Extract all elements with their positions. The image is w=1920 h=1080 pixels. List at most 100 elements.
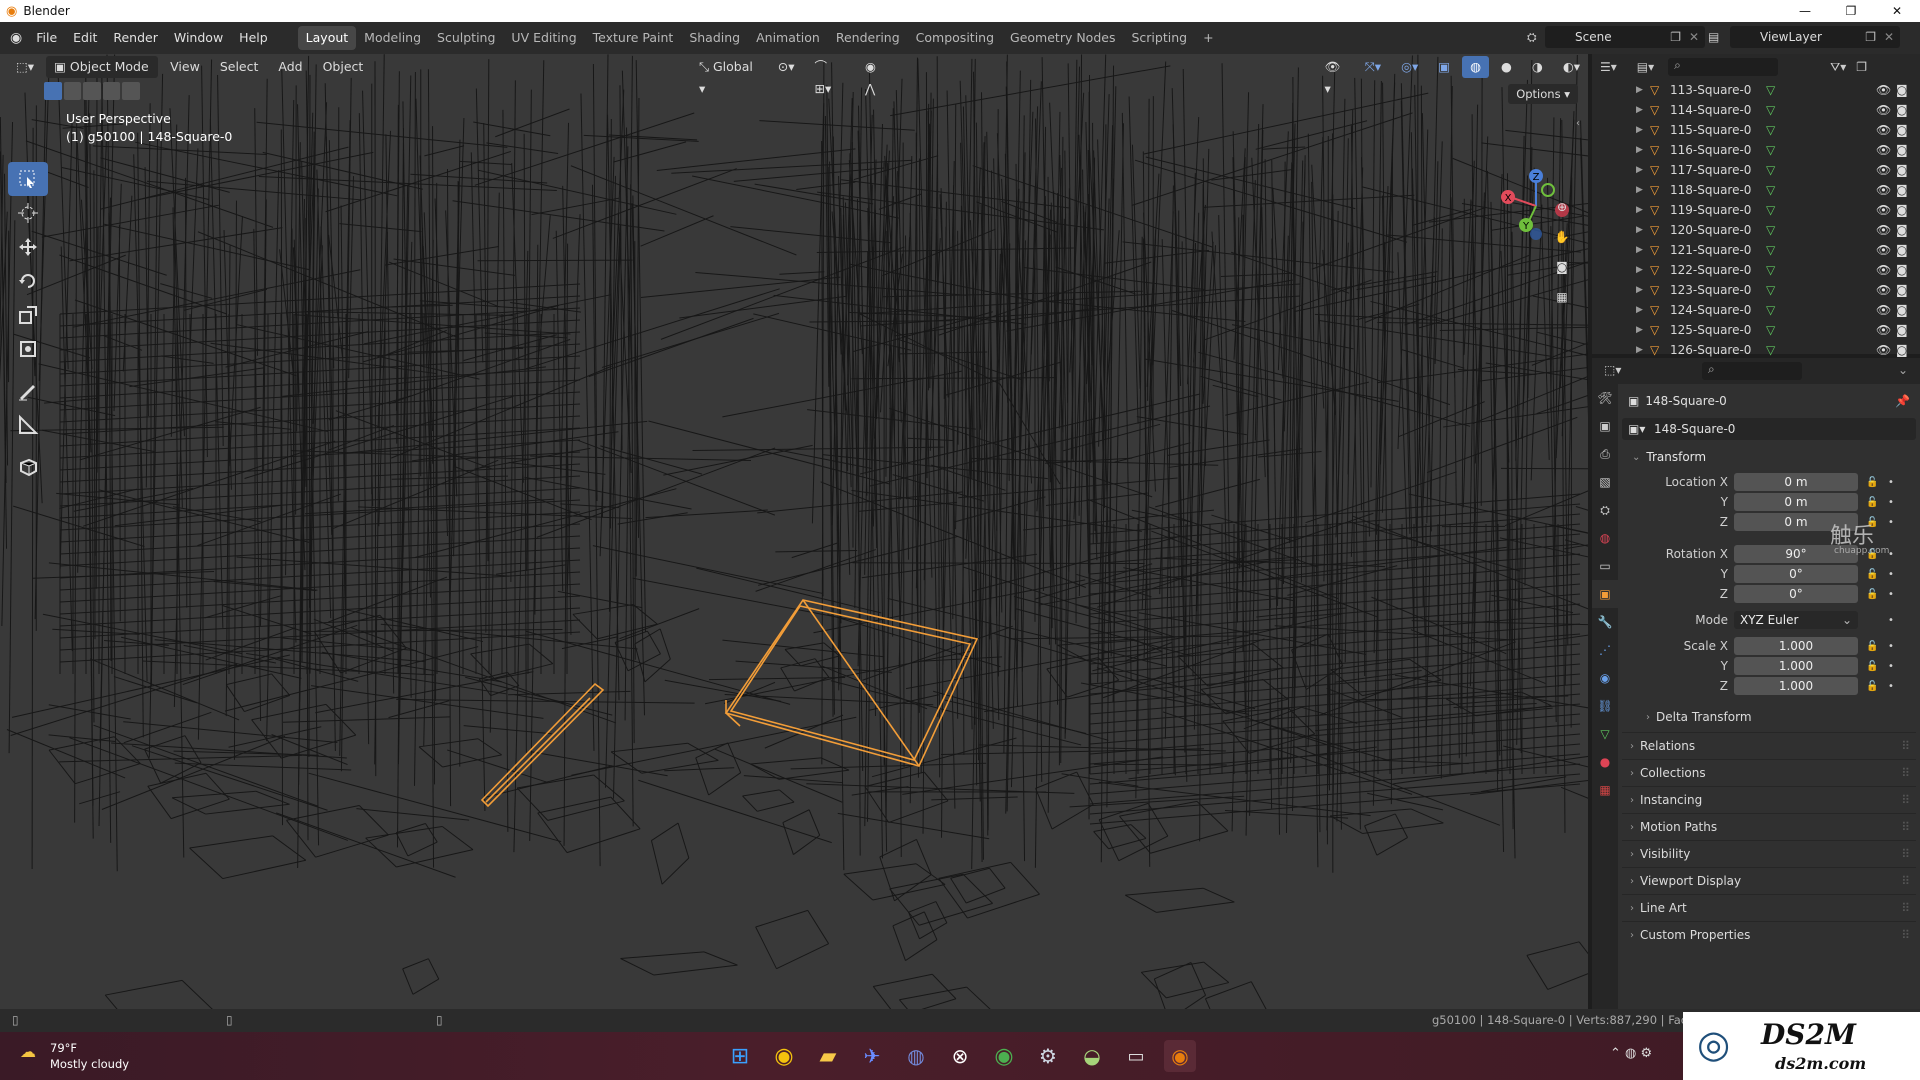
camera-icon[interactable]: ◙ [1896, 243, 1908, 257]
outliner-row[interactable]: ▶ ▽ 120-Square-0 ▽ 👁 ◙ [1592, 220, 1920, 240]
outliner-row[interactable]: ▶ ▽ 116-Square-0 ▽ 👁 ◙ [1592, 140, 1920, 160]
gizmo-toggle-icon[interactable]: ⤧▾ [1357, 56, 1389, 78]
camera-icon[interactable]: ◙ [1896, 263, 1908, 277]
world-tab-icon[interactable]: ◍ [1592, 524, 1618, 552]
outliner-row[interactable]: ▶ ▽ 117-Square-0 ▽ 👁 ◙ [1592, 160, 1920, 180]
select-box-icon[interactable] [8, 162, 48, 196]
mesh-data-icon[interactable]: ▽ [1766, 83, 1775, 97]
editor-type-icon[interactable]: ⬚▾ [8, 56, 42, 78]
panel-visibility[interactable]: › Visibility ⠿ [1622, 840, 1916, 867]
keyframe-dot-icon[interactable]: • [1888, 661, 1894, 672]
outliner-row[interactable]: ▶ ▽ 119-Square-0 ▽ 👁 ◙ [1592, 200, 1920, 220]
outliner-editor-icon[interactable]: ☰▾ [1600, 60, 1617, 74]
constraints-tab-icon[interactable]: ⛓ [1592, 692, 1618, 720]
pan-hand-icon[interactable]: ✋ [1548, 224, 1576, 250]
camera-icon[interactable]: ◙ [1896, 183, 1908, 197]
panel-viewport-display[interactable]: › Viewport Display ⠿ [1622, 867, 1916, 894]
expand-arrow-icon[interactable]: ▶ [1636, 125, 1650, 135]
keyframe-dot-icon[interactable]: • [1888, 517, 1894, 528]
mesh-data-icon[interactable]: ▽ [1766, 283, 1775, 297]
3d-viewport[interactable]: ⬚▾ ▣ Object Mode ▾ View Select Add Objec… [0, 54, 1588, 1009]
select-new-icon[interactable] [44, 82, 62, 100]
properties-search-field[interactable]: ⌕ [1702, 362, 1802, 380]
expand-arrow-icon[interactable]: ▶ [1636, 185, 1650, 195]
start-icon[interactable]: ⊞ [724, 1040, 756, 1072]
panel-relations[interactable]: › Relations ⠿ [1622, 732, 1916, 759]
panel-custom-properties[interactable]: › Custom Properties ⠿ [1622, 921, 1916, 948]
tab-sculpting[interactable]: Sculpting [429, 26, 503, 50]
chrome-profile-icon[interactable]: ◉ [988, 1040, 1020, 1072]
camera-icon[interactable]: ◙ [1896, 323, 1908, 337]
eye-icon[interactable]: 👁 [1876, 223, 1891, 237]
rotation-mode-dropdown[interactable]: XYZ Euler ⌄ [1734, 611, 1858, 629]
texture-tab-icon[interactable]: ▦ [1592, 776, 1618, 804]
expand-arrow-icon[interactable]: ▶ [1636, 345, 1650, 355]
scene-selector[interactable]: ⛭ Scene ❐ ✕ [1527, 26, 1705, 48]
gizmo-neg-z-axis[interactable] [1530, 228, 1542, 240]
expand-arrow-icon[interactable]: ▶ [1636, 85, 1650, 95]
tray-icons[interactable]: ⌃ ◍ ⚙ [1610, 1046, 1652, 1061]
eye-icon[interactable]: 👁 [1876, 203, 1891, 217]
select-subtract-icon[interactable] [83, 82, 101, 100]
properties-options-icon[interactable]: ⌄ [1898, 363, 1908, 377]
keyframe-dot-icon[interactable]: • [1888, 615, 1894, 626]
outliner-search-field[interactable]: ⌕ [1668, 58, 1779, 76]
expand-arrow-icon[interactable]: ▶ [1636, 205, 1650, 215]
mesh-data-icon[interactable]: ▽ [1766, 143, 1775, 157]
delta-transform-panel[interactable]: › Delta Transform [1622, 706, 1916, 728]
location-x-field[interactable]: 0 m [1734, 473, 1858, 491]
expand-arrow-icon[interactable]: ▶ [1636, 165, 1650, 175]
mesh-data-icon[interactable]: ▽ [1766, 183, 1775, 197]
object-tab-icon[interactable]: ▣ [1592, 580, 1618, 608]
eye-icon[interactable]: 👁 [1876, 123, 1891, 137]
expand-arrow-icon[interactable]: ▶ [1636, 145, 1650, 155]
steam-icon[interactable]: ⚙ [1032, 1040, 1064, 1072]
lock-icon[interactable]: 🔓 [1866, 681, 1878, 692]
weather-widget[interactable]: ☁ 79°F Mostly cloudy [20, 1040, 129, 1072]
snap-icon[interactable]: ⌒ ⊞▾ [806, 56, 852, 96]
eye-icon[interactable]: 👁 [1876, 183, 1891, 197]
eye-icon[interactable]: 👁 [1876, 323, 1891, 337]
xbox-icon[interactable]: ⊗ [944, 1040, 976, 1072]
location-y-field[interactable]: 0 m [1734, 493, 1858, 511]
close-button[interactable]: ✕ [1874, 0, 1920, 22]
camera-icon[interactable]: ◙ [1896, 203, 1908, 217]
file-explorer-icon[interactable]: ▰ [812, 1040, 844, 1072]
zoom-icon[interactable]: ⊕ [1548, 194, 1576, 220]
camera-icon[interactable]: ◙ [1896, 103, 1908, 117]
scale-x-field[interactable]: 1.000 [1734, 637, 1858, 655]
drag-handle-icon[interactable]: ⠿ [1901, 901, 1910, 915]
app-icon[interactable]: ◒ [1076, 1040, 1108, 1072]
tab-shading[interactable]: Shading [681, 26, 748, 50]
lock-icon[interactable]: 🔓 [1866, 661, 1878, 672]
lock-icon[interactable]: 🔓 [1866, 641, 1878, 652]
new-collection-icon[interactable]: ❐ [1856, 60, 1867, 74]
mesh-data-icon[interactable]: ▽ [1766, 223, 1775, 237]
menu-help[interactable]: Help [231, 22, 276, 54]
panel-collections[interactable]: › Collections ⠿ [1622, 759, 1916, 786]
eye-icon[interactable]: 👁 [1876, 303, 1891, 317]
add-workspace-button[interactable]: + [1195, 26, 1221, 50]
select-invert-icon[interactable] [102, 82, 121, 100]
rendered-shading-icon[interactable]: ◐▾ [1555, 56, 1588, 78]
discord-icon[interactable]: ◍ [900, 1040, 932, 1072]
lock-icon[interactable]: 🔓 [1866, 589, 1878, 600]
tab-geometry-nodes[interactable]: Geometry Nodes [1002, 26, 1123, 50]
ortho-grid-icon[interactable]: ▦ [1548, 284, 1576, 310]
keyframe-dot-icon[interactable]: • [1888, 569, 1894, 580]
maximize-button[interactable]: ❐ [1828, 0, 1874, 22]
data-tab-icon[interactable]: ▽ [1592, 720, 1618, 748]
eye-icon[interactable]: 👁 [1876, 163, 1891, 177]
add-cube-icon[interactable] [8, 450, 48, 484]
render-tab-icon[interactable]: ▣ [1592, 412, 1618, 440]
object-name-field[interactable]: ▣▾ 148-Square-0 [1622, 418, 1916, 440]
collection-tab-icon[interactable]: ▭ [1592, 552, 1618, 580]
collapse-sidebar-icon[interactable]: ‹ [1576, 118, 1580, 129]
eye-icon[interactable]: 👁 [1876, 343, 1891, 357]
camera-view-icon[interactable]: ◙ [1548, 254, 1576, 280]
keyframe-dot-icon[interactable]: • [1888, 641, 1894, 652]
output-tab-icon[interactable]: ⎙ [1592, 440, 1618, 468]
camera-icon[interactable]: ◙ [1896, 83, 1908, 97]
menu-select[interactable]: Select [212, 56, 267, 78]
mesh-data-icon[interactable]: ▽ [1766, 343, 1775, 357]
